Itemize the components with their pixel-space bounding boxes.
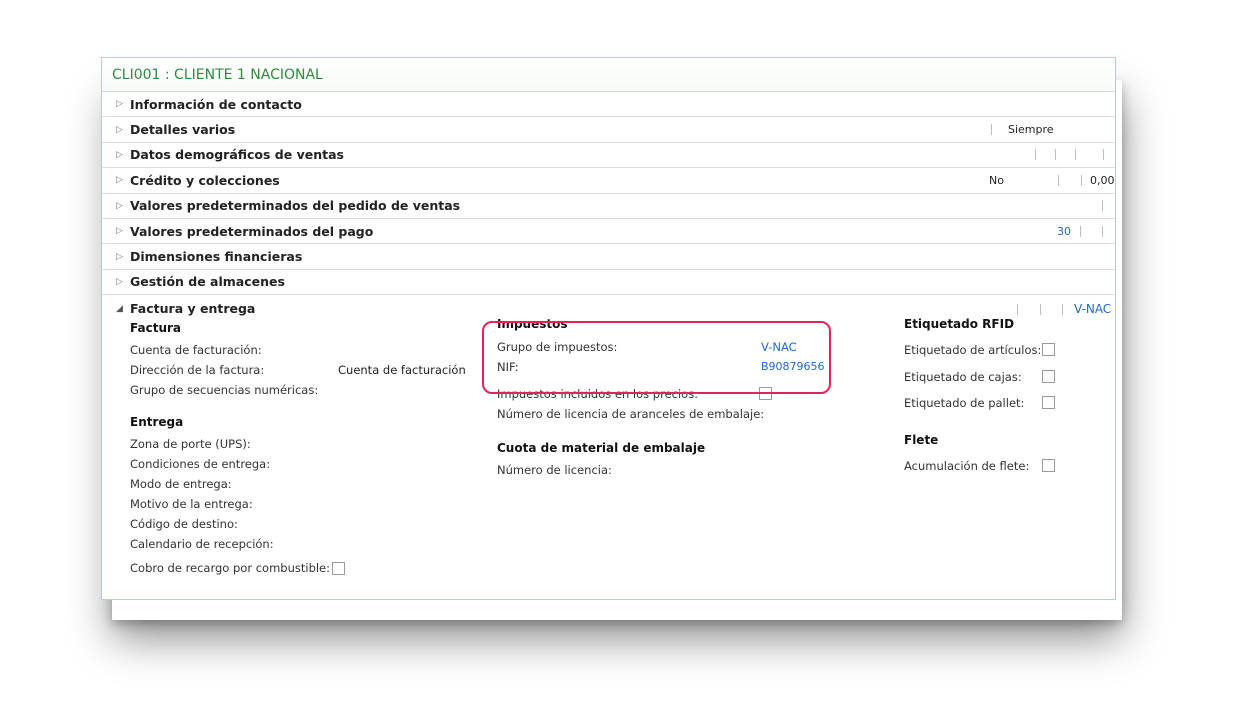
field-label-zona-porte: Zona de porte (UPS):: [130, 437, 251, 452]
fasttab-label: Factura y entrega: [130, 301, 256, 317]
expand-triangle-icon: ▷: [116, 124, 123, 135]
customer-form: CLI001 : CLIENTE 1 NACIONAL ▷ Informació…: [101, 57, 1116, 600]
field-label-codigo-destino: Código de destino:: [130, 517, 238, 532]
field-label-direccion-factura: Dirección de la factura:: [130, 363, 265, 378]
fasttab-label: Información de contacto: [130, 96, 302, 112]
group-title-impuestos: Impuestos: [497, 317, 568, 332]
acumulacion-flete-checkbox[interactable]: [1042, 459, 1055, 473]
nif-value[interactable]: B90879656: [761, 360, 825, 373]
group-title-entrega: Entrega: [130, 415, 184, 430]
summary-separator: [1102, 219, 1103, 243]
field-label-cuenta-facturacion: Cuenta de facturación:: [130, 343, 262, 358]
expand-triangle-icon: ▷: [116, 99, 123, 110]
field-label-impuestos-incluidos: Impuestos incluidos en los precios:: [497, 387, 699, 402]
fasttab-label: Datos demográficos de ventas: [130, 147, 344, 163]
direccion-factura-value[interactable]: Cuenta de facturación: [338, 363, 466, 377]
field-label-etiquetado-pallet: Etiquetado de pallet:: [904, 396, 1025, 411]
form-title-text: CLI001 : CLIENTE 1 NACIONAL: [112, 66, 323, 83]
form-title: CLI001 : CLIENTE 1 NACIONAL: [102, 58, 1115, 92]
group-title-factura: Factura: [130, 321, 181, 336]
fasttab-credito-colecciones[interactable]: ▷ Crédito y colecciones No 0,00: [102, 168, 1115, 194]
field-label-licencia-aranceles: Número de licencia de aranceles de embal…: [497, 407, 765, 422]
fasttab-dimensiones-financieras[interactable]: ▷ Dimensiones financieras: [102, 244, 1115, 270]
fasttab-label: Valores predeterminados del pago: [130, 223, 374, 239]
field-label-calendario-recepcion: Calendario de recepción:: [130, 537, 274, 552]
summary-separator: [1040, 301, 1041, 317]
fasttab-label: Dimensiones financieras: [130, 249, 303, 265]
field-label-grupo-impuestos: Grupo de impuestos:: [497, 340, 618, 355]
etiquetado-pallet-checkbox[interactable]: [1042, 396, 1055, 410]
fasttab-detalles-varios[interactable]: ▷ Detalles varios Siempre: [102, 117, 1115, 143]
expand-triangle-icon: ▷: [116, 200, 123, 211]
fasttab-summary-amount: 0,00: [1090, 173, 1115, 187]
fasttab-label: Gestión de almacenes: [130, 274, 285, 290]
field-label-motivo-entrega: Motivo de la entrega:: [130, 497, 253, 512]
impuestos-incluidos-checkbox[interactable]: [759, 387, 772, 401]
fasttab-factura-entrega-header[interactable]: ◢ Factura y entrega: [116, 301, 255, 316]
cobro-recargo-checkbox[interactable]: [332, 562, 345, 576]
field-label-numero-licencia: Número de licencia:: [497, 463, 612, 478]
summary-separator: [1103, 143, 1104, 167]
etiquetado-articulos-checkbox[interactable]: [1042, 343, 1055, 357]
summary-separator: [1055, 143, 1056, 167]
field-label-condiciones-entrega: Condiciones de entrega:: [130, 457, 271, 472]
etiquetado-cajas-checkbox[interactable]: [1042, 370, 1055, 384]
fasttab-valores-pedido-ventas[interactable]: ▷ Valores predeterminados del pedido de …: [102, 194, 1115, 219]
summary-separator: [1035, 143, 1036, 167]
expand-triangle-icon: ▷: [116, 149, 123, 160]
fasttab-factura-entrega: ◢ Factura y entrega V-NAC Factura Cuenta…: [102, 295, 1115, 592]
fasttab-valores-pago[interactable]: ▷ Valores predeterminados del pago 30: [102, 219, 1115, 245]
field-label-cobro-recargo: Cobro de recargo por combustible:: [130, 561, 331, 576]
collapse-triangle-icon: ◢: [116, 303, 123, 314]
fasttab-datos-demograficos[interactable]: ▷ Datos demográficos de ventas: [102, 143, 1115, 169]
summary-separator: [1017, 301, 1018, 317]
expand-triangle-icon: ▷: [116, 226, 123, 237]
fasttab-informacion-contacto[interactable]: ▷ Información de contacto: [102, 92, 1115, 118]
field-label-etiquetado-articulos: Etiquetado de artículos:: [904, 343, 1042, 358]
expand-triangle-icon: ▷: [116, 251, 123, 262]
field-label-modo-entrega: Modo de entrega:: [130, 477, 232, 492]
summary-separator: [1102, 194, 1103, 218]
field-label-nif: NIF:: [497, 360, 519, 375]
summary-separator: [991, 117, 992, 141]
fasttab-summary: Siempre: [1008, 123, 1054, 137]
summary-separator: [1081, 168, 1082, 192]
summary-separator: [1058, 168, 1059, 192]
group-title-cuota-embalaje: Cuota de material de embalaje: [497, 441, 706, 456]
summary-separator: [1080, 219, 1081, 243]
field-label-etiquetado-cajas: Etiquetado de cajas:: [904, 370, 1022, 385]
fasttab-summary: 30: [1057, 224, 1071, 238]
fasttab-label: Crédito y colecciones: [130, 172, 280, 188]
field-label-grupo-secuencias: Grupo de secuencias numéricas:: [130, 383, 319, 398]
expand-triangle-icon: ▷: [116, 276, 123, 287]
fasttab-gestion-almacenes[interactable]: ▷ Gestión de almacenes: [102, 270, 1115, 296]
fasttab-label: Detalles varios: [130, 122, 236, 138]
fasttab-summary: V-NAC: [1074, 302, 1112, 317]
group-title-flete: Flete: [904, 433, 939, 448]
fasttab-label: Valores predeterminados del pedido de ve…: [130, 198, 461, 214]
summary-separator: [1075, 143, 1076, 167]
expand-triangle-icon: ▷: [116, 175, 123, 186]
fasttab-summary: No: [989, 173, 1004, 187]
summary-separator: [1062, 301, 1063, 317]
grupo-impuestos-value[interactable]: V-NAC: [761, 340, 797, 354]
group-title-etiquetado-rfid: Etiquetado RFID: [904, 317, 1015, 332]
field-label-acumulacion-flete: Acumulación de flete:: [904, 459, 1030, 474]
